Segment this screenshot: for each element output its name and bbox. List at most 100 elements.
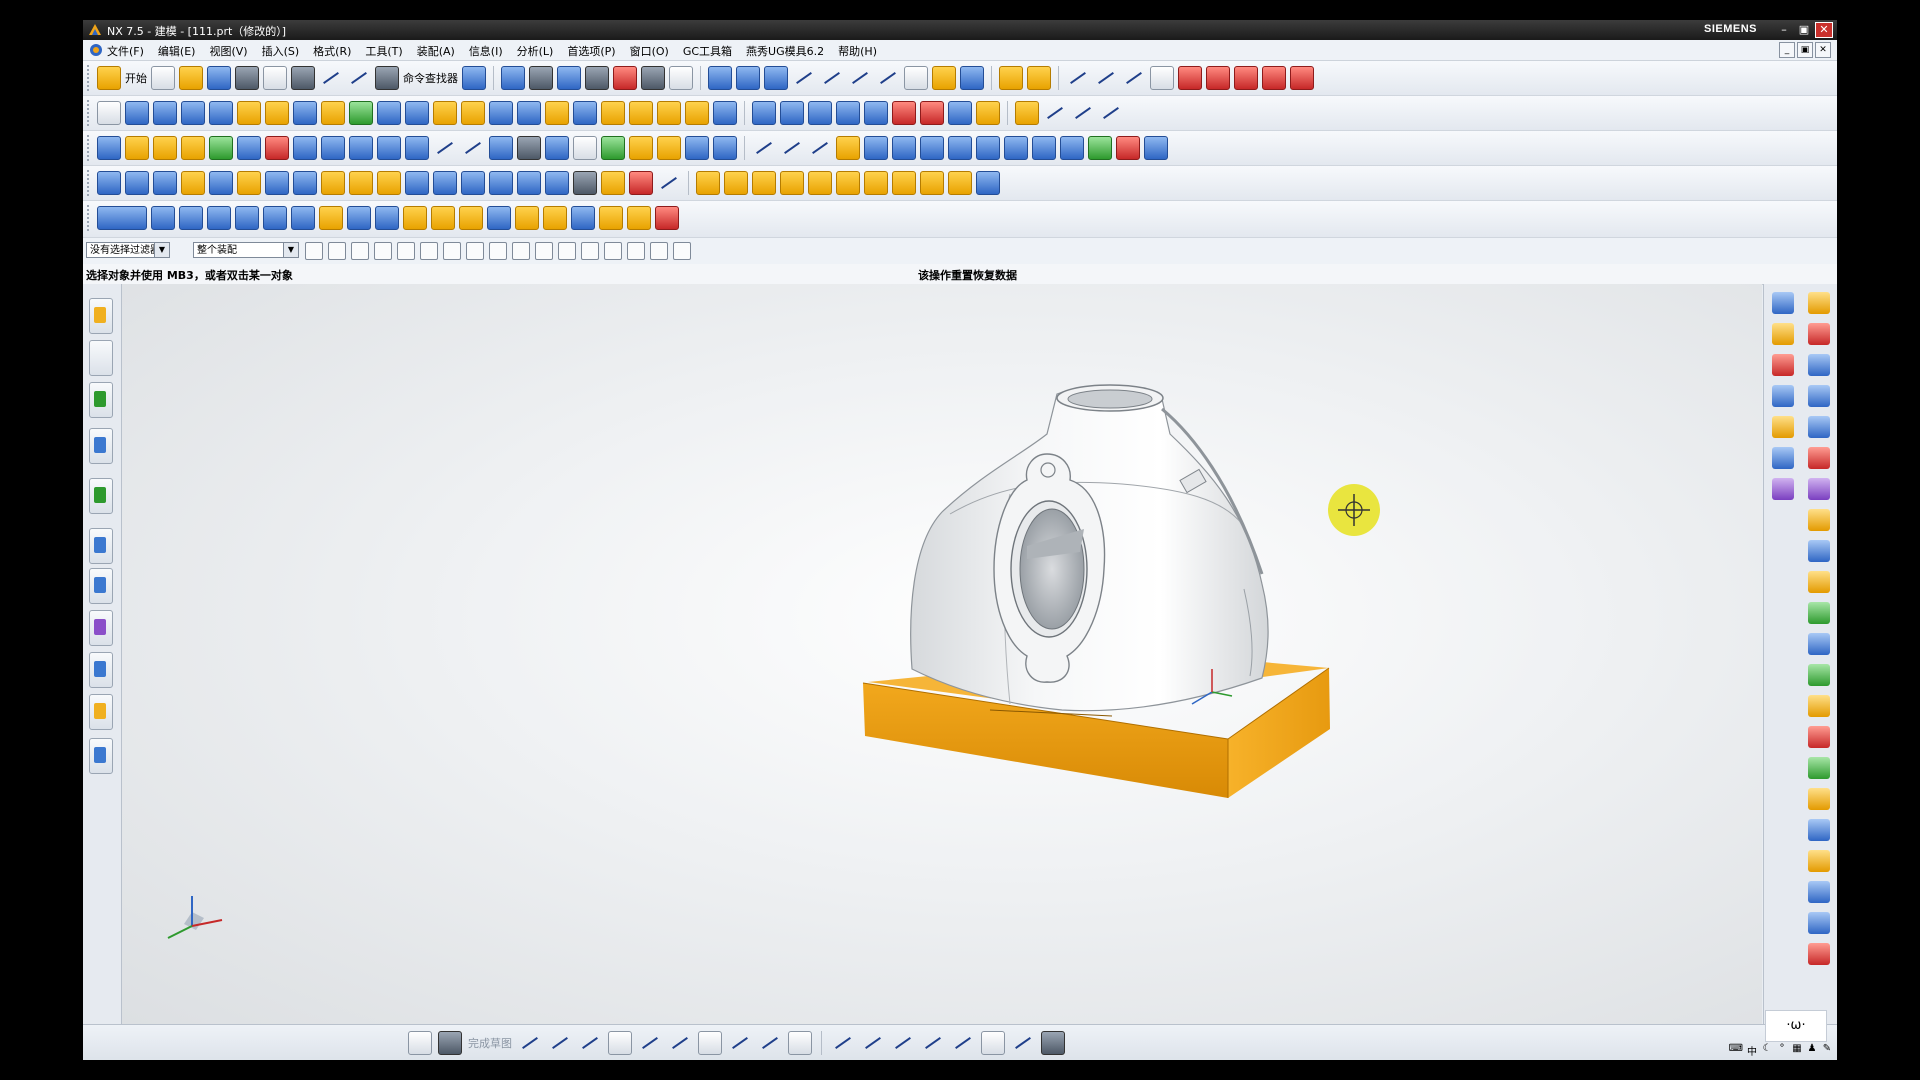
- view-back-icon[interactable]: [1772, 385, 1794, 407]
- sew-icon[interactable]: [713, 101, 737, 125]
- extract-curve-icon[interactable]: [1290, 66, 1314, 90]
- soft-keyboard-icon[interactable]: ▦: [1791, 1043, 1803, 1057]
- bracket-icon[interactable]: [487, 206, 511, 230]
- mold-base-icon[interactable]: [321, 171, 345, 195]
- cut-icon[interactable]: [235, 66, 259, 90]
- yanxiu-water-icon[interactable]: [780, 171, 804, 195]
- extrude-icon[interactable]: [125, 101, 149, 125]
- menu-format[interactable]: 格式(R): [313, 43, 351, 59]
- sketch-point-icon[interactable]: [758, 1031, 782, 1055]
- pattern-feature-icon[interactable]: [892, 136, 916, 160]
- constraint-navigator-icon[interactable]: [89, 340, 113, 376]
- menu-tools[interactable]: 工具(T): [365, 43, 402, 59]
- close-button[interactable]: ✕: [1815, 22, 1833, 38]
- pocket-mold-icon[interactable]: [601, 171, 625, 195]
- make-symmetric-icon[interactable]: [489, 136, 513, 160]
- toolbar-grip[interactable]: [87, 170, 92, 196]
- selection-intent-icon[interactable]: [904, 66, 928, 90]
- move-object-icon[interactable]: [151, 206, 175, 230]
- ruled-icon[interactable]: [808, 101, 832, 125]
- edit-object-icon[interactable]: [1808, 292, 1830, 314]
- unite-icon[interactable]: [920, 136, 944, 160]
- make-coplanar-icon[interactable]: [405, 136, 429, 160]
- section-view-icon[interactable]: [1808, 726, 1830, 748]
- cooling-icon[interactable]: [517, 171, 541, 195]
- save-icon[interactable]: [207, 66, 231, 90]
- extract-geometry-icon[interactable]: [780, 136, 804, 160]
- pipe-icon[interactable]: [571, 206, 595, 230]
- copy-layer-icon[interactable]: [1808, 416, 1830, 438]
- app-menu-icon[interactable]: [89, 43, 103, 57]
- cylinder-icon[interactable]: [181, 101, 205, 125]
- toolbar-grip[interactable]: [87, 100, 92, 126]
- ime-status-widget[interactable]: ·ω·: [1765, 1010, 1827, 1042]
- datum-csys-icon[interactable]: [876, 66, 900, 90]
- yanxiu-lock-icon[interactable]: [836, 171, 860, 195]
- make-coaxial-icon[interactable]: [433, 136, 457, 160]
- patch-icon[interactable]: [1116, 136, 1140, 160]
- angular-dimension-icon[interactable]: [601, 136, 625, 160]
- bolt-icon[interactable]: [459, 206, 483, 230]
- sketch-icon[interactable]: [97, 101, 121, 125]
- view-cube-icon[interactable]: [557, 66, 581, 90]
- solid-body-icon[interactable]: [1808, 323, 1830, 345]
- doc-restore-button[interactable]: ▣: [1797, 42, 1813, 58]
- undo-icon[interactable]: [319, 66, 343, 90]
- plane-icon[interactable]: [1808, 912, 1830, 934]
- quick-extend-icon[interactable]: [861, 1031, 885, 1055]
- gate-icon[interactable]: [461, 171, 485, 195]
- yanxiu-pin-icon[interactable]: [752, 171, 776, 195]
- text-icon[interactable]: [1150, 66, 1174, 90]
- yanxiu-assembly-icon[interactable]: [976, 171, 1000, 195]
- snap-icon[interactable]: [932, 66, 956, 90]
- view-front-icon[interactable]: [1772, 323, 1794, 345]
- datum-axis-icon[interactable]: [820, 66, 844, 90]
- menu-window[interactable]: 窗口(O): [630, 43, 669, 59]
- copy-face-icon[interactable]: [265, 136, 289, 160]
- toolbar-grip[interactable]: [87, 135, 92, 161]
- sketch-dimension-icon[interactable]: [981, 1031, 1005, 1055]
- wireframe-icon[interactable]: [641, 66, 665, 90]
- doc-minimize-button[interactable]: _: [1779, 42, 1795, 58]
- package-icon[interactable]: [1808, 819, 1830, 841]
- pad-icon[interactable]: [377, 101, 401, 125]
- boss-icon[interactable]: [321, 101, 345, 125]
- move-component-icon[interactable]: [1808, 385, 1830, 407]
- edit-cross-section-icon[interactable]: [713, 136, 737, 160]
- wrap-geometry-icon[interactable]: [1032, 136, 1056, 160]
- gear-icon[interactable]: [599, 206, 623, 230]
- wrench-icon[interactable]: ✎: [1821, 1043, 1833, 1057]
- cut-face-icon[interactable]: [293, 136, 317, 160]
- restore-button[interactable]: ▣: [1795, 22, 1813, 38]
- scope-filter-dropdown[interactable]: 整个装配 ▼: [193, 242, 299, 258]
- select-all-icon[interactable]: [328, 242, 346, 260]
- column-icon[interactable]: [431, 206, 455, 230]
- line-icon[interactable]: [1066, 66, 1090, 90]
- point-on-curve-icon[interactable]: [627, 242, 645, 260]
- intersect-icon[interactable]: [976, 136, 1000, 160]
- mirror-icon[interactable]: [1808, 633, 1830, 655]
- datum-plane-icon[interactable]: [848, 66, 872, 90]
- yanxiu-grid-icon[interactable]: [808, 171, 832, 195]
- layer-settings-icon[interactable]: [1808, 881, 1830, 903]
- offset-sketch-icon[interactable]: [921, 1031, 945, 1055]
- menu-help[interactable]: 帮助(H): [838, 43, 877, 59]
- radial-dimension-icon[interactable]: [629, 136, 653, 160]
- point-icon[interactable]: [792, 66, 816, 90]
- menu-file[interactable]: 文件(F): [107, 43, 144, 59]
- sheet-body-icon[interactable]: [1808, 540, 1830, 562]
- extension-icon[interactable]: [976, 101, 1000, 125]
- history-icon[interactable]: [89, 528, 113, 564]
- view-top-icon[interactable]: [1772, 292, 1794, 314]
- layer-icon[interactable]: [764, 66, 788, 90]
- mirror-face-icon[interactable]: [349, 136, 373, 160]
- orient-wcs-icon[interactable]: [736, 66, 760, 90]
- mid-point-icon[interactable]: [489, 242, 507, 260]
- clamp-icon[interactable]: [515, 206, 539, 230]
- user-icon[interactable]: ♟: [1806, 1043, 1818, 1057]
- show-hide-icon[interactable]: [960, 66, 984, 90]
- sphere-icon[interactable]: [237, 101, 261, 125]
- groove-icon[interactable]: [433, 101, 457, 125]
- studio-spline-icon[interactable]: [728, 1031, 752, 1055]
- law-curve-icon[interactable]: [1099, 101, 1123, 125]
